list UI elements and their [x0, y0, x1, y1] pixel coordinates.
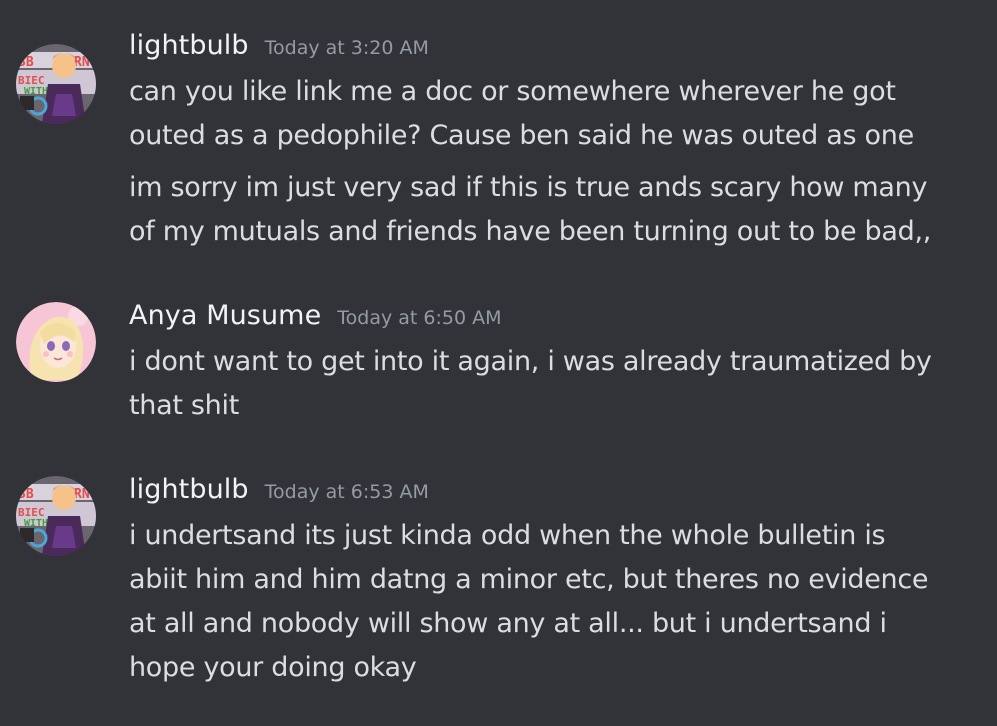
- message-line: im sorry im just very sad if this is tru…: [129, 172, 928, 203]
- lightbulb-avatar-icon: SB RN BIEC WITH: [16, 476, 96, 556]
- timestamp[interactable]: Today at 3:20 AM: [265, 37, 429, 59]
- svg-text:SB: SB: [18, 55, 34, 70]
- svg-text:RN: RN: [74, 55, 90, 70]
- message-header: lightbulb Today at 6:53 AM: [129, 474, 957, 514]
- message-line: can you like link me a doc or somewhere …: [129, 76, 896, 107]
- lightbulb-avatar[interactable]: SB RN BIEC WITH: [16, 44, 96, 124]
- message-text: i undertsand its just kinda odd when the…: [129, 514, 957, 690]
- chat-message-list: SB RN BIEC WITH lightbulb Today at 3:20 …: [0, 0, 997, 726]
- username[interactable]: lightbulb: [129, 474, 249, 505]
- anya-musume-avatar[interactable]: [16, 302, 96, 382]
- message-text: i dont want to get into it again, i was …: [129, 340, 957, 428]
- username[interactable]: lightbulb: [129, 30, 249, 61]
- timestamp[interactable]: Today at 6:50 AM: [337, 307, 501, 329]
- message-text: can you like link me a doc or somewhere …: [129, 70, 957, 158]
- anya-musume-avatar-icon: [16, 302, 96, 382]
- timestamp[interactable]: Today at 6:53 AM: [265, 481, 429, 503]
- svg-text:SB: SB: [18, 487, 34, 502]
- message-line: at all and nobody will show any at all..…: [129, 608, 887, 639]
- lightbulb-avatar[interactable]: SB RN BIEC WITH: [16, 476, 96, 556]
- message-header: Anya Musume Today at 6:50 AM: [129, 300, 957, 340]
- svg-text:WITH: WITH: [24, 86, 48, 97]
- username[interactable]: Anya Musume: [129, 300, 321, 331]
- message-content: Anya Musume Today at 6:50 AM i dont want…: [129, 300, 957, 428]
- message-line: i dont want to get into it again, i was …: [129, 346, 932, 377]
- message-header: lightbulb Today at 3:20 AM: [129, 30, 957, 70]
- lightbulb-avatar-icon: SB RN BIEC WITH: [16, 44, 96, 124]
- message-line: i undertsand its just kinda odd when the…: [129, 520, 886, 551]
- message-content: lightbulb Today at 3:20 AM can you like …: [129, 30, 957, 254]
- message-content: lightbulb Today at 6:53 AM i undertsand …: [129, 474, 957, 690]
- message-line: that shit: [129, 390, 239, 421]
- message-line: of my mutuals and friends have been turn…: [129, 216, 932, 247]
- message-line: hope your doing okay: [129, 652, 417, 683]
- message-line: abiit him and him datng a minor etc, but…: [129, 564, 929, 595]
- svg-text:RN: RN: [74, 487, 90, 502]
- svg-text:WITH: WITH: [24, 518, 48, 529]
- message-line: outed as a pedophile? Cause ben said he …: [129, 120, 914, 151]
- message-text: im sorry im just very sad if this is tru…: [129, 166, 957, 254]
